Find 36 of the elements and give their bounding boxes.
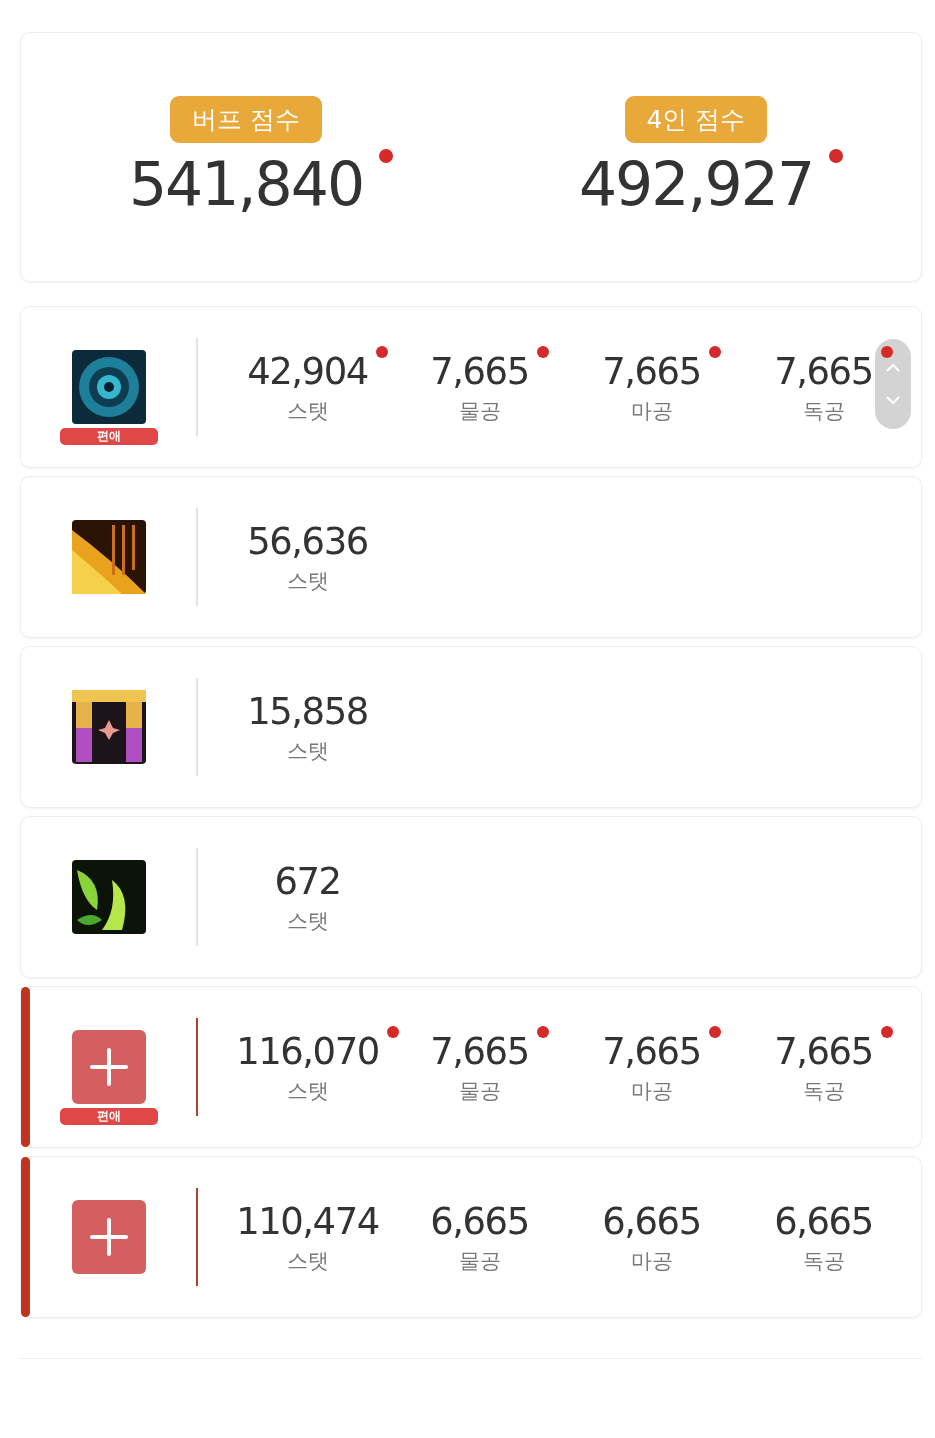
stat-label: 독공 [802, 397, 845, 425]
stat-label: 마공 [630, 1247, 673, 1275]
stat-label: 스탯 [286, 397, 329, 425]
stat-value: 116,070 [236, 1029, 379, 1073]
stat-label: 마공 [630, 1077, 673, 1105]
stat-label: 스탯 [286, 737, 329, 765]
stat-value: 42,904 [247, 349, 368, 393]
score-value: 492,927 [578, 148, 814, 219]
stat-value: 7,665 [774, 349, 873, 393]
stat-label: 스탯 [286, 1247, 329, 1275]
stat-value: 7,665 [602, 1029, 701, 1073]
stat-value: 6,665 [430, 1199, 529, 1243]
stat-label: 스탯 [286, 907, 329, 935]
stat-label: 독공 [802, 1077, 845, 1105]
stat-label: 스탯 [286, 1077, 329, 1105]
stat-label: 물공 [458, 1077, 501, 1105]
score-label: 4인 점수 [624, 95, 768, 143]
stat-label: 물공 [458, 1247, 501, 1275]
stat-value: 7,665 [430, 1029, 529, 1073]
stat-value: 6,665 [774, 1199, 873, 1243]
stat-label: 스탯 [286, 567, 329, 595]
score-label: 버프 점수 [170, 95, 322, 143]
badge: 편애 [59, 1108, 158, 1125]
stat-value: 7,665 [430, 349, 529, 393]
stat-value: 672 [274, 859, 341, 903]
stat-value: 110,474 [236, 1199, 379, 1243]
stat-value: 7,665 [602, 349, 701, 393]
stat-value: 15,858 [247, 689, 368, 733]
score-value: 541,840 [128, 148, 364, 219]
stat-value: 56,636 [247, 519, 368, 563]
badge: 편애 [59, 428, 158, 445]
stat-value: 7,665 [774, 1029, 873, 1073]
stat-label: 마공 [630, 397, 673, 425]
stat-value: 6,665 [602, 1199, 701, 1243]
stat-label: 독공 [802, 1247, 845, 1275]
stat-label: 물공 [458, 397, 501, 425]
